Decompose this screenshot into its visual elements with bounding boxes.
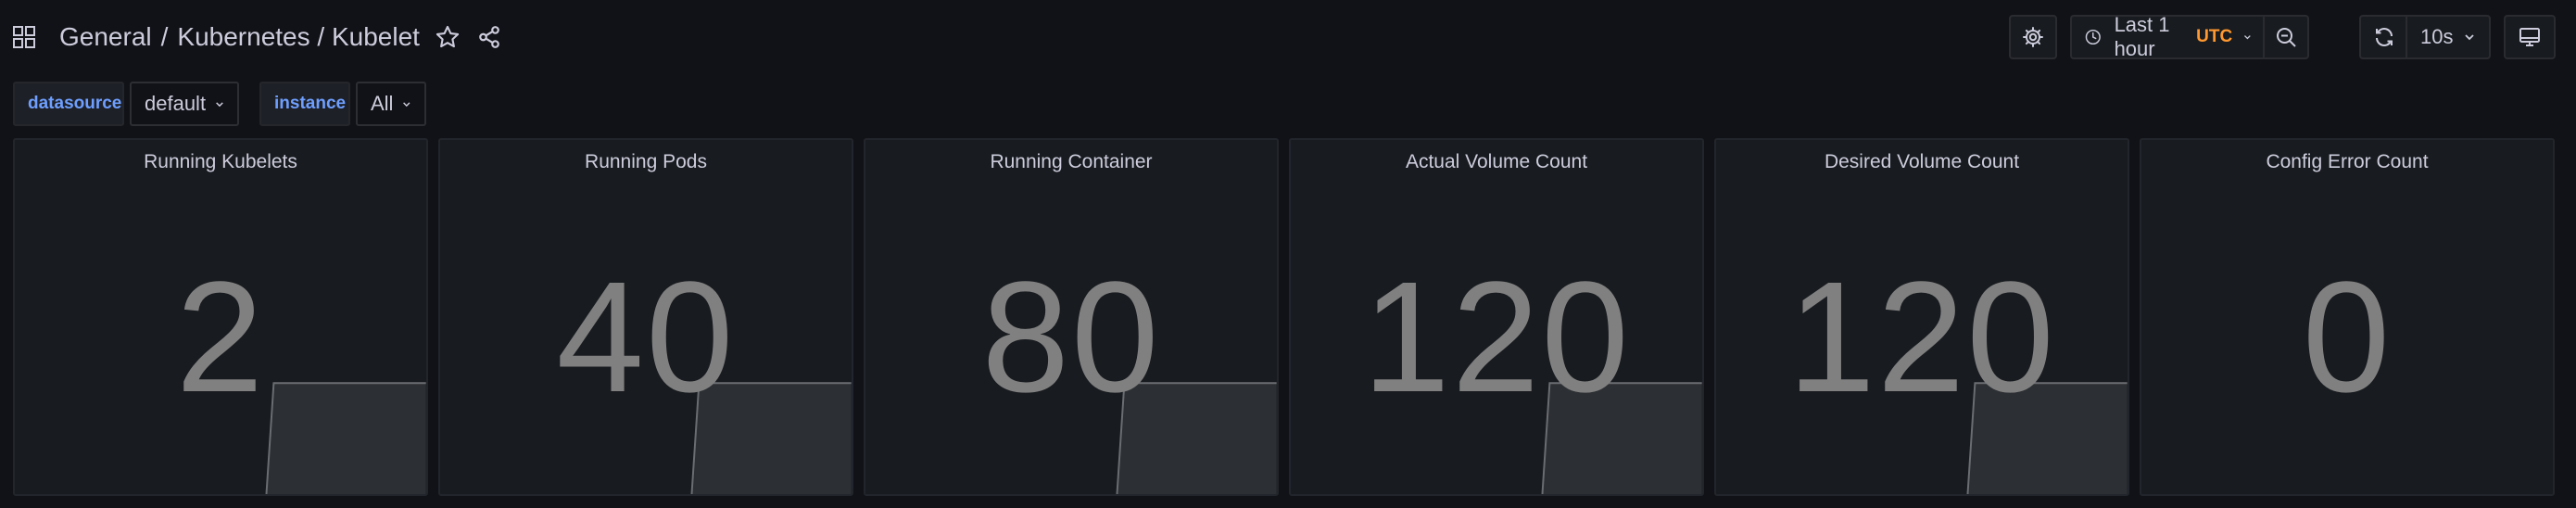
panel-title: Running Kubelets — [144, 151, 297, 172]
stat-panel-config-error-count[interactable]: Config Error Count 0 — [2140, 138, 2555, 496]
stat-value: 40 — [556, 249, 736, 425]
chevron-down-icon — [216, 101, 223, 107]
stat-panel-running-kubelets[interactable]: Running Kubelets 2 — [13, 138, 428, 496]
stat-panel-running-pods[interactable]: Running Pods 40 — [438, 138, 853, 496]
stat-value: 2 — [175, 249, 266, 425]
monitor-icon — [2519, 28, 2540, 46]
refresh-interval-picker[interactable]: 10s — [2406, 15, 2491, 59]
variable-value: default — [145, 92, 207, 115]
gear-icon — [2023, 27, 2043, 47]
share-icon[interactable] — [477, 25, 501, 49]
dashboard-settings-button[interactable] — [2009, 15, 2057, 59]
star-icon[interactable] — [435, 24, 461, 50]
time-range-picker[interactable]: Last 1 hour UTC — [2070, 13, 2265, 60]
panel-title: Actual Volume Count — [1405, 151, 1588, 172]
breadcrumb-folder[interactable]: General — [59, 22, 152, 52]
panel-title: Running Container — [990, 151, 1153, 172]
variable-label-datasource: datasource — [13, 82, 124, 126]
timezone-badge: UTC — [2196, 27, 2233, 46]
dashboard-title[interactable]: Kubernetes / Kubelet — [177, 22, 420, 52]
refresh-interval-value: 10s — [2420, 25, 2454, 48]
stat-value: 120 — [1362, 249, 1631, 425]
stat-value: 120 — [1787, 249, 2056, 425]
panel-title: Desired Volume Count — [1824, 151, 2020, 172]
breadcrumb-separator: / — [160, 22, 169, 51]
variable-label-instance: instance — [259, 82, 350, 126]
variable-select-datasource[interactable]: default — [130, 82, 239, 126]
stat-panel-actual-volume-count[interactable]: Actual Volume Count 120 — [1289, 138, 1704, 496]
chevron-down-icon — [403, 101, 410, 107]
refresh-icon — [2376, 28, 2393, 46]
stat-value: 0 — [2302, 249, 2393, 425]
stat-value: 80 — [981, 249, 1161, 425]
apps-icon[interactable] — [13, 26, 35, 48]
refresh-button[interactable] — [2359, 15, 2407, 59]
breadcrumb: General / Kubernetes / Kubelet — [13, 19, 501, 56]
stat-panel-desired-volume-count[interactable]: Desired Volume Count 120 — [1714, 138, 2129, 496]
variable-select-instance[interactable]: All — [356, 82, 426, 126]
tv-mode-button[interactable] — [2504, 15, 2556, 59]
chevron-down-icon — [2244, 35, 2251, 40]
stat-panel-running-container[interactable]: Running Container 80 — [864, 138, 1279, 496]
top-nav-bar: General / Kubernetes / Kubelet Last 1 ho… — [0, 0, 2576, 74]
panel-title: Config Error Count — [2266, 151, 2429, 172]
zoom-out-icon — [2277, 28, 2296, 47]
clock-icon — [2085, 29, 2101, 45]
time-range-label: Last 1 hour — [2114, 13, 2170, 60]
variable-value: All — [371, 92, 394, 115]
chevron-down-icon — [2465, 34, 2475, 41]
zoom-out-button[interactable] — [2263, 15, 2309, 59]
panel-title: Running Pods — [585, 151, 707, 172]
